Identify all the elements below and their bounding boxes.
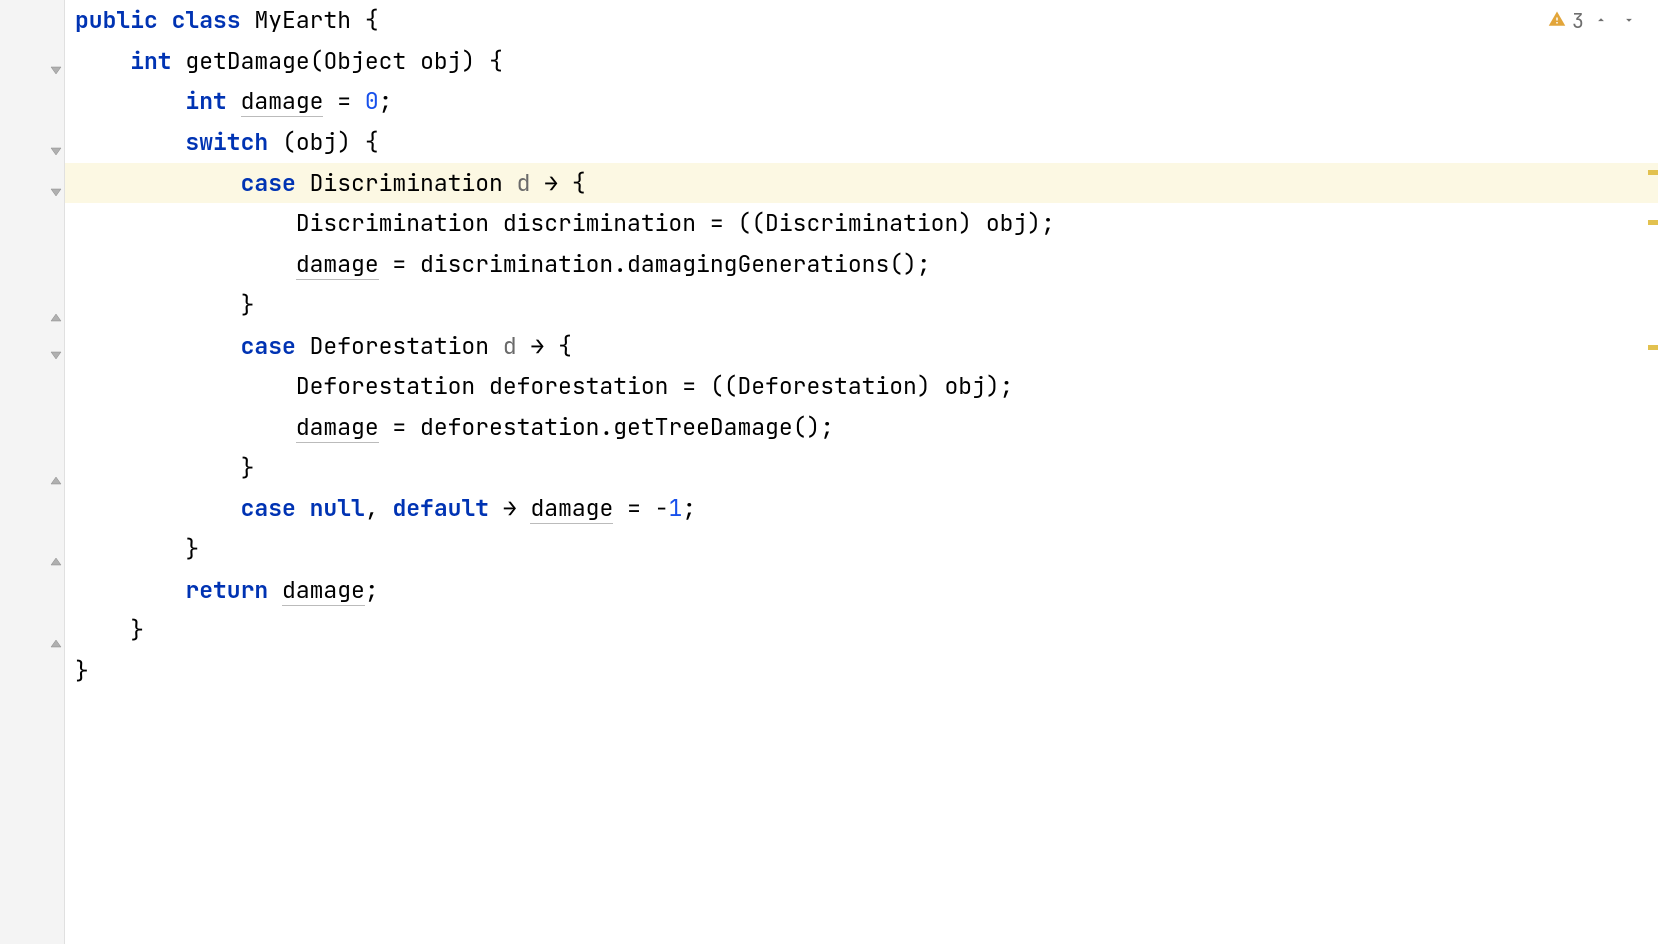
fold-open-icon[interactable] — [50, 177, 62, 189]
code-area[interactable]: 3 public class MyEarth { int getDamage(O… — [65, 0, 1658, 944]
code-line[interactable]: int damage = 0; — [65, 81, 1658, 122]
code-editor[interactable]: 3 public class MyEarth { int getDamage(O… — [0, 0, 1658, 944]
code-line[interactable]: return damage; — [65, 570, 1658, 611]
overview-ruler[interactable] — [1648, 0, 1658, 944]
code-line[interactable]: case null, default → damage = -1; — [65, 488, 1658, 529]
code-line[interactable]: Deforestation deforestation = ((Deforest… — [65, 366, 1658, 407]
code-line[interactable]: } — [65, 651, 1658, 692]
fold-close-icon[interactable] — [50, 299, 62, 311]
ruler-warning-mark[interactable] — [1648, 220, 1658, 225]
ruler-warning-mark[interactable] — [1648, 345, 1658, 350]
fold-open-icon[interactable] — [50, 340, 62, 352]
code-line[interactable]: } — [65, 529, 1658, 570]
code-line[interactable]: Discrimination discrimination = ((Discri… — [65, 203, 1658, 244]
code-line[interactable]: } — [65, 610, 1658, 651]
fold-open-icon[interactable] — [50, 136, 62, 148]
warning-icon — [1548, 8, 1566, 34]
ruler-warning-mark[interactable] — [1648, 170, 1658, 175]
prev-highlight-icon[interactable] — [1590, 11, 1612, 32]
code-line[interactable]: damage = discrimination.damagingGenerati… — [65, 244, 1658, 285]
fold-close-icon[interactable] — [50, 625, 62, 637]
fold-close-icon[interactable] — [50, 462, 62, 474]
fold-open-icon[interactable] — [50, 55, 62, 67]
fold-close-icon[interactable] — [50, 543, 62, 555]
warning-count: 3 — [1572, 8, 1584, 34]
code-line[interactable]: } — [65, 448, 1658, 489]
code-line[interactable]: public class MyEarth { — [65, 0, 1658, 41]
code-line[interactable]: damage = deforestation.getTreeDamage(); — [65, 407, 1658, 448]
code-line[interactable]: case Deforestation d → { — [65, 326, 1658, 367]
code-line[interactable]: switch (obj) { — [65, 122, 1658, 163]
next-highlight-icon[interactable] — [1618, 11, 1640, 32]
inspections-widget[interactable]: 3 — [1548, 8, 1640, 34]
code-line[interactable]: case Discrimination d → { — [65, 163, 1658, 204]
code-line[interactable]: int getDamage(Object obj) { — [65, 41, 1658, 82]
gutter — [0, 0, 65, 944]
code-line[interactable]: } — [65, 285, 1658, 326]
